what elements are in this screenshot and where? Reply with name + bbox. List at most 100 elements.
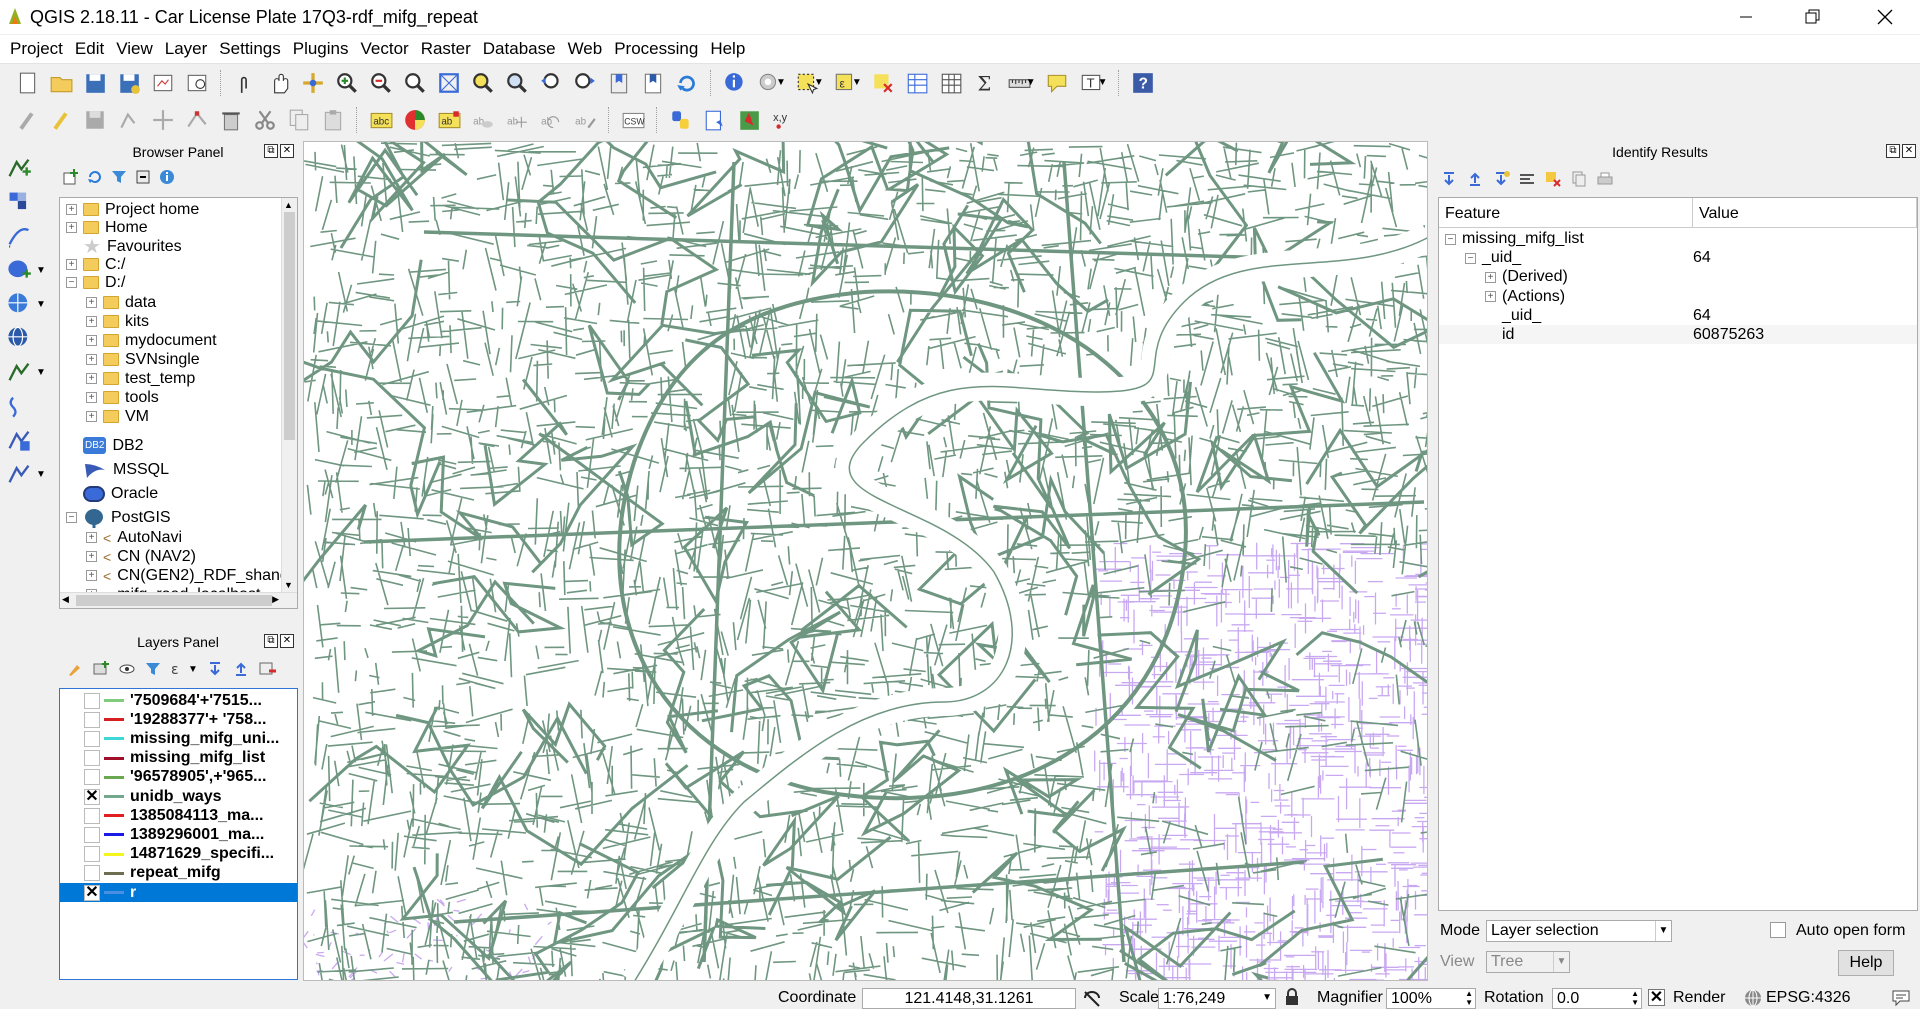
refresh-icon[interactable] <box>670 68 704 98</box>
zoom-full-icon[interactable] <box>432 68 466 98</box>
pin-labels-icon[interactable]: ab <box>432 105 466 135</box>
expand-icon[interactable]: + <box>1485 271 1496 283</box>
add-raster-layer-icon[interactable] <box>6 187 46 217</box>
add-group-icon[interactable] <box>92 660 110 678</box>
expand-icon[interactable]: + <box>1485 291 1496 303</box>
feature-column-header[interactable]: Feature <box>1439 198 1693 228</box>
collapse-icon[interactable]: − <box>1445 233 1456 245</box>
save-project-icon[interactable] <box>78 68 112 98</box>
browser-item[interactable]: + C:/ <box>66 255 125 274</box>
browser-horizontal-scrollbar[interactable]: ◀ ▶ <box>60 592 297 608</box>
lock-icon[interactable] <box>1283 987 1301 1007</box>
menu-vector[interactable]: Vector <box>355 35 415 63</box>
chevron-down-icon[interactable]: ▼ <box>36 265 46 276</box>
new-shapefile-icon[interactable] <box>6 391 46 421</box>
paste-features-icon[interactable] <box>316 105 350 135</box>
layer-visibility-checkbox[interactable] <box>84 730 100 747</box>
filter-expression-icon[interactable]: ε <box>170 660 188 678</box>
layer-row[interactable]: 14871629_specifi... <box>60 845 297 864</box>
field-calculator-icon[interactable] <box>934 68 968 98</box>
clear-results-icon[interactable] <box>1518 170 1536 188</box>
zoom-next-icon[interactable] <box>568 68 602 98</box>
identify-row[interactable]: − _uid_ 64 <box>1439 248 1917 267</box>
menu-view[interactable]: View <box>110 35 159 63</box>
filter-legend-icon[interactable] <box>144 660 162 678</box>
expand-icon[interactable]: + <box>86 316 97 327</box>
zoom-to-layer-icon[interactable] <box>500 68 534 98</box>
browser-item[interactable]: +DB2DB2 <box>66 436 144 455</box>
chevron-down-icon[interactable]: ▼ <box>1026 77 1036 88</box>
csw-icon[interactable]: CSW <box>616 105 650 135</box>
layer-visibility-checkbox[interactable] <box>84 769 100 786</box>
expand-icon[interactable]: + <box>86 551 97 562</box>
expand-icon[interactable]: + <box>86 392 97 403</box>
zoom-last-icon[interactable] <box>534 68 568 98</box>
browser-item[interactable]: + tools <box>86 388 159 407</box>
identify-row[interactable]: +_uid_64 <box>1439 306 1917 325</box>
float-icon[interactable]: ⧉ <box>1886 144 1900 158</box>
remove-layer-icon[interactable] <box>258 660 276 678</box>
layers-list[interactable]: '7509684'+'7515... '19288377'+ '758... mis… <box>59 688 298 980</box>
menu-layer[interactable]: Layer <box>159 35 214 63</box>
node-tool-icon[interactable] <box>180 105 214 135</box>
messages-icon[interactable] <box>1890 988 1912 1008</box>
view-select[interactable]: Tree ▼ <box>1486 951 1570 973</box>
statistics-icon[interactable]: Σ <box>968 68 1002 98</box>
chevron-down-icon[interactable]: ▼ <box>814 77 824 88</box>
chevron-down-icon[interactable]: ▼ <box>36 469 46 480</box>
expand-icon[interactable]: + <box>86 532 97 543</box>
open-project-icon[interactable] <box>44 68 78 98</box>
browser-item[interactable]: + < AutoNavi <box>86 528 182 547</box>
print-composer-icon[interactable] <box>146 68 180 98</box>
bookmark-new-icon[interactable] <box>602 68 636 98</box>
collapse-icon[interactable]: − <box>1465 252 1476 264</box>
collapse-all-icon[interactable] <box>232 660 250 678</box>
zoom-in-icon[interactable] <box>330 68 364 98</box>
add-wms-layer-icon[interactable]: ▼ <box>6 289 46 319</box>
chevron-down-icon[interactable]: ▼ <box>188 664 198 675</box>
expand-all-icon[interactable] <box>206 660 224 678</box>
identify-row[interactable]: + (Derived) <box>1439 267 1917 286</box>
show-hide-labels-icon[interactable]: ab <box>466 105 500 135</box>
browser-item[interactable]: + VM <box>86 407 149 426</box>
chevron-down-icon[interactable]: ▼ <box>36 367 46 378</box>
map-tips-icon[interactable] <box>1040 68 1074 98</box>
layer-row[interactable]: 1389296001_ma... <box>60 825 297 844</box>
touch-icon[interactable] <box>228 68 262 98</box>
chevron-down-icon[interactable]: ▼ <box>776 77 786 88</box>
manage-visibility-icon[interactable] <box>118 660 136 678</box>
menu-raster[interactable]: Raster <box>415 35 477 63</box>
move-label-icon[interactable]: ab <box>500 105 534 135</box>
expand-icon[interactable]: + <box>66 204 77 215</box>
expand-icon[interactable]: + <box>66 259 77 270</box>
browser-item[interactable]: +MSSQL <box>66 460 169 479</box>
chevron-down-icon[interactable]: ▼ <box>1098 77 1108 88</box>
expand-icon[interactable]: + <box>86 335 97 346</box>
change-label-icon[interactable]: ab <box>568 105 602 135</box>
layer-visibility-checkbox[interactable] <box>84 826 100 843</box>
current-edits-icon[interactable] <box>10 105 44 135</box>
zoom-to-selection-icon[interactable] <box>466 68 500 98</box>
layer-row[interactable]: '19288377'+ '758... <box>60 710 297 729</box>
pan-to-selection-icon[interactable] <box>296 68 330 98</box>
add-virtual-layer-icon[interactable]: ▼ <box>6 459 46 489</box>
browser-item[interactable]: +★Favourites <box>66 236 182 258</box>
add-wcs-layer-icon[interactable] <box>6 323 46 353</box>
identify-row[interactable]: + (Actions) <box>1439 287 1917 306</box>
menu-processing[interactable]: Processing <box>608 35 704 63</box>
xy-coordinates-icon[interactable]: x,y <box>766 105 800 135</box>
layer-visibility-checkbox[interactable] <box>84 711 100 728</box>
add-wfs-layer-icon[interactable]: ▼ <box>6 357 46 387</box>
layer-row[interactable]: missing_mifg_uni... <box>60 729 297 748</box>
add-selected-layers-icon[interactable] <box>62 168 80 186</box>
layer-visibility-checkbox[interactable] <box>84 846 100 863</box>
expand-icon[interactable]: + <box>86 570 97 581</box>
layer-labeling-icon[interactable] <box>398 105 432 135</box>
browser-item[interactable]: + mydocument <box>86 331 217 350</box>
delete-selected-icon[interactable] <box>214 105 248 135</box>
browser-item[interactable]: + Home <box>66 218 148 237</box>
label-icon[interactable]: abc <box>364 105 398 135</box>
clear-highlights-icon[interactable] <box>1544 170 1562 188</box>
properties-icon[interactable] <box>158 168 176 186</box>
chevron-down-icon[interactable]: ▼ <box>36 299 46 310</box>
